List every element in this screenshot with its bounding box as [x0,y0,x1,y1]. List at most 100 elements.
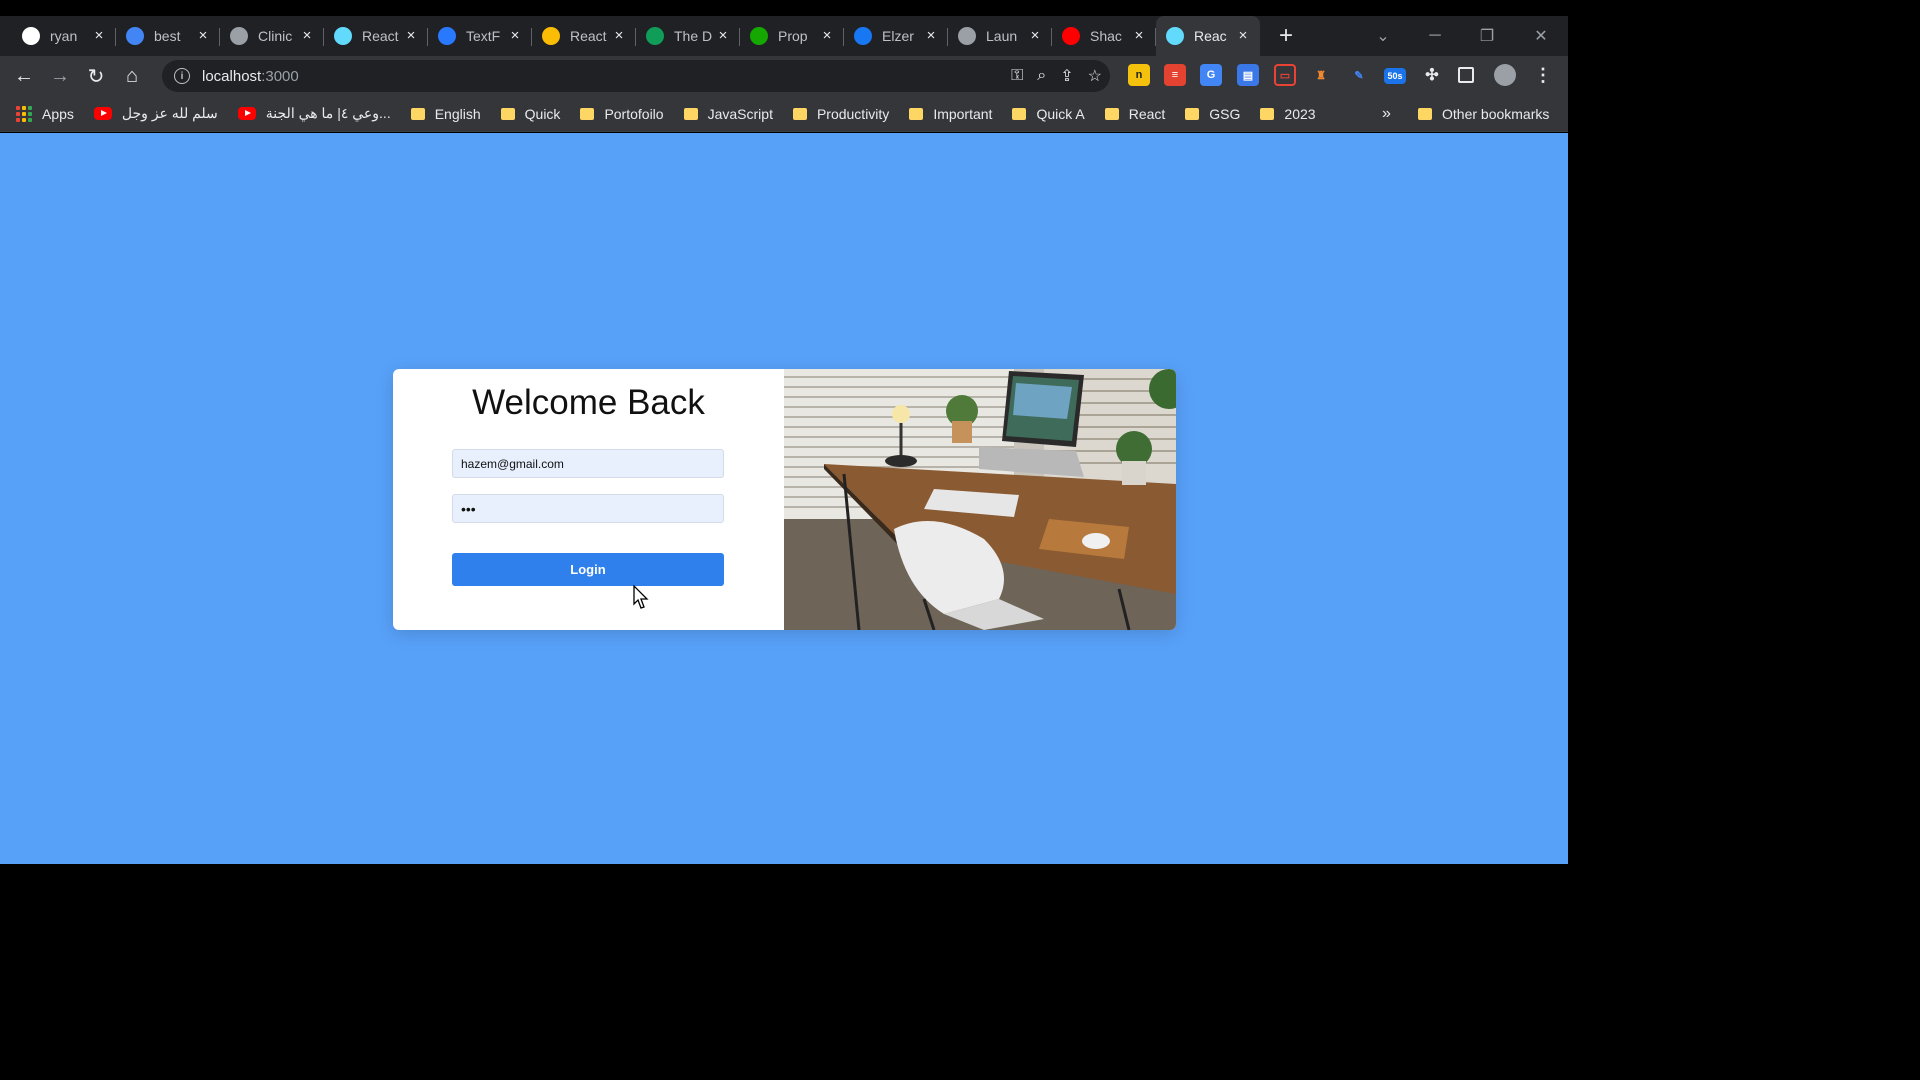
forward-arrow-icon[interactable]: → [42,58,78,94]
bookmark-label: Quick [524,105,561,122]
google-drive-icon [542,27,560,45]
close-icon[interactable]: × [196,28,210,43]
youtube-icon [237,107,256,120]
browser-window: ryan × best × Clinic × React × TextF × React × The D… [0,0,1568,882]
pen-icon[interactable]: ✎ [1348,64,1370,86]
bookmark-apps[interactable]: Apps [16,105,74,122]
close-icon[interactable]: × [924,28,938,43]
close-icon[interactable]: × [716,28,730,43]
close-icon[interactable]: × [300,28,314,43]
bookmark-item[interactable]: Portofoilo [580,106,664,122]
tab-title: Elzer [882,28,914,44]
close-icon[interactable]: × [404,28,418,43]
email-field[interactable]: hazem@gmail.com [452,449,724,478]
bookmark-item[interactable]: Productivity [792,105,890,122]
bookmark-item[interactable]: سلم لله عز وجل [93,105,218,122]
tab-title: Clinic [258,28,293,44]
close-icon[interactable]: × [1028,28,1042,43]
folder-icon [683,107,698,120]
tab-title: TextF [466,28,501,44]
bookmark-star-icon[interactable]: ☆ [1088,66,1102,86]
close-icon[interactable]: × [1236,28,1250,43]
desk-photo [784,369,1176,630]
page-viewport: Welcome Back hazem@gmail.com ••• Login [0,133,1568,864]
bookmark-item[interactable]: JavaScript [683,105,773,122]
zoom-icon[interactable]: ⌕ [1037,67,1046,85]
password-field[interactable]: ••• [452,494,724,523]
bookmark-item[interactable]: Quick [500,105,561,122]
sheets-icon [646,27,664,45]
tab-the-d[interactable]: The D × [636,16,740,56]
tab-title: Laun [986,28,1018,44]
upwork-icon [750,27,768,45]
close-icon[interactable]: × [1132,28,1146,43]
tab-title: Prop [778,28,808,44]
close-icon[interactable]: × [508,28,522,43]
tab-react[interactable]: React × [324,16,428,56]
close-icon[interactable]: × [820,28,834,43]
login-button[interactable]: Login [452,553,724,586]
minimize-button[interactable]: ─ [1412,16,1458,56]
cast-icon[interactable]: ▭ [1274,64,1296,86]
other-bookmarks[interactable]: Other bookmarks [1418,106,1549,122]
puzzle-icon[interactable]: ✣ [1421,64,1443,86]
folder-icon [1418,107,1432,120]
login-card: Welcome Back hazem@gmail.com ••• Login [393,369,1176,630]
key-icon[interactable]: ⚿ [1011,67,1023,85]
facebook-icon [854,27,872,45]
bookmark-item[interactable]: GSG [1185,106,1240,122]
close-window-button[interactable]: ✕ [1518,16,1564,56]
tab-ryan[interactable]: ryan × [12,16,116,56]
extension-icon[interactable]: ♜ [1310,64,1332,86]
extension-icon[interactable]: n [1128,64,1150,86]
tab-laun[interactable]: Laun × [948,16,1052,56]
todoist-icon[interactable]: ≡ [1164,64,1186,86]
restore-button[interactable]: ❐ [1464,16,1510,56]
close-icon[interactable]: × [612,28,626,43]
bookmark-item[interactable]: English [410,106,481,122]
address-bar[interactable]: i localhost:3000 ⚿ ⌕ ⇪ ☆ [162,60,1110,92]
tab-best[interactable]: best × [116,16,220,56]
url-host: localhost [202,67,262,85]
mouse-cursor-icon [633,585,649,609]
reload-icon[interactable]: ↻ [78,58,114,94]
bookmark-label: Productivity [816,105,890,122]
tab-search-chevron-icon[interactable]: ⌄ [1360,16,1406,56]
folder-icon [580,107,595,120]
react-icon [334,27,352,45]
tab-reac[interactable]: Reac × [1156,16,1260,56]
tab-textf[interactable]: TextF × [428,16,532,56]
tab-prop[interactable]: Prop × [740,16,844,56]
globe-icon [958,27,976,45]
timer-badge[interactable]: 50s [1384,68,1406,84]
extension-icon[interactable]: ▤ [1237,64,1259,86]
new-tab-button[interactable]: + [1268,18,1304,54]
share-icon[interactable]: ⇪ [1060,66,1073,86]
close-icon[interactable]: × [92,28,106,43]
bookmark-item[interactable]: 2023 [1260,106,1316,122]
workspace-image [784,369,1176,630]
bookmark-item[interactable]: React [1104,106,1165,122]
browser-toolbar: ← → ↻ ⌂ i localhost:3000 ⚿ ⌕ ⇪ ☆ n ≡ G ▤… [0,56,1568,96]
tab-title: Reac [1194,28,1227,44]
bookmark-item[interactable]: وعي ٤| ما هي الجنة... [237,105,391,122]
menu-kebab-icon[interactable]: ⋮ [1532,64,1554,86]
translate-icon[interactable]: G [1200,64,1222,86]
site-info-icon[interactable]: i [174,68,190,84]
side-panel-icon[interactable] [1458,67,1474,83]
back-arrow-icon[interactable]: ← [6,58,42,94]
tab-shac[interactable]: Shac × [1052,16,1156,56]
home-icon[interactable]: ⌂ [114,58,150,94]
folder-icon [500,107,515,120]
bookmark-item[interactable]: Important [909,106,992,122]
folder-icon [1012,107,1027,120]
bookmarks-overflow-button[interactable]: » [1382,105,1391,123]
avatar[interactable] [1494,64,1516,86]
tab-clinic[interactable]: Clinic × [220,16,324,56]
tab-react[interactable]: React × [532,16,636,56]
tab-elzer[interactable]: Elzer × [844,16,948,56]
folder-icon [909,107,924,120]
bookmark-item[interactable]: Quick A [1012,106,1085,122]
tab-title: best [154,28,181,44]
bookmark-label: JavaScript [707,105,773,122]
